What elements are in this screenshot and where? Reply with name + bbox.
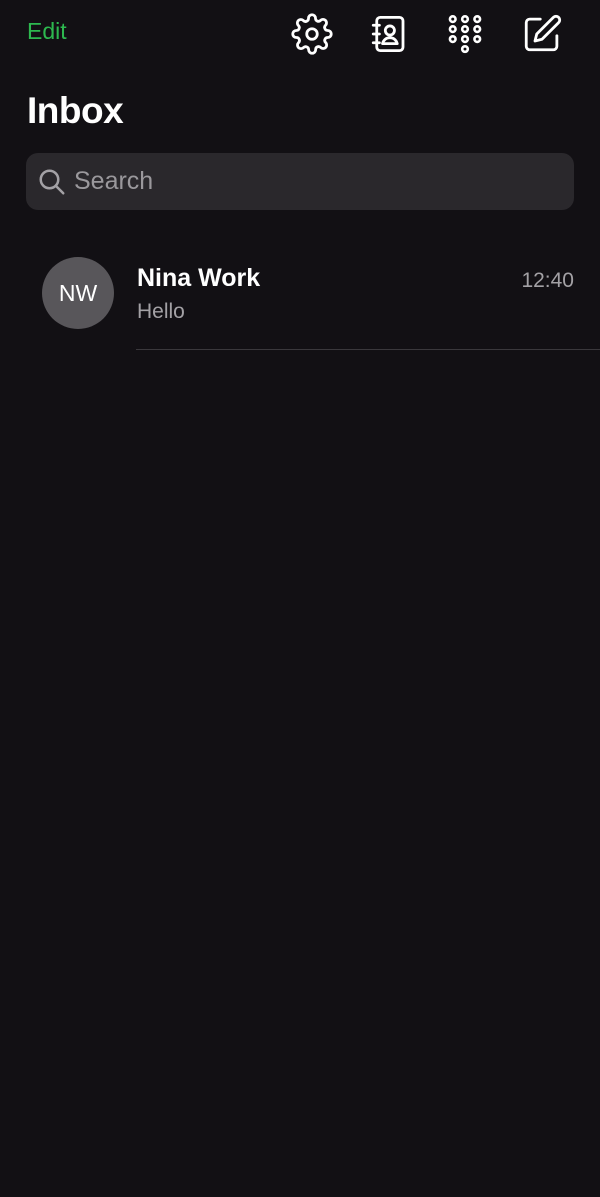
edit-button[interactable]: Edit (27, 18, 67, 45)
avatar: NW (42, 257, 114, 329)
page-title: Inbox (27, 90, 124, 131)
search-input[interactable] (74, 153, 564, 210)
contacts-book-icon (368, 13, 410, 55)
dialpad-button[interactable] (443, 12, 487, 56)
contacts-button[interactable] (367, 12, 411, 56)
dialpad-icon (444, 13, 486, 55)
top-toolbar: Edit (0, 0, 600, 68)
search-icon (37, 167, 67, 197)
conversation-preview: Hello (137, 300, 185, 323)
gear-icon (291, 13, 333, 55)
compose-icon (521, 13, 563, 55)
search-bar[interactable] (26, 153, 574, 210)
conversation-row[interactable]: NW Nina Work Hello 12:40 (0, 238, 600, 350)
row-divider (136, 349, 600, 350)
inbox-screen: Edit Inbox Search NW Nina Work Hello 12:… (0, 0, 600, 1197)
conversation-name: Nina Work (137, 264, 261, 292)
compose-button[interactable] (520, 12, 564, 56)
conversation-time: 12:40 (521, 269, 574, 292)
settings-button[interactable] (290, 12, 334, 56)
